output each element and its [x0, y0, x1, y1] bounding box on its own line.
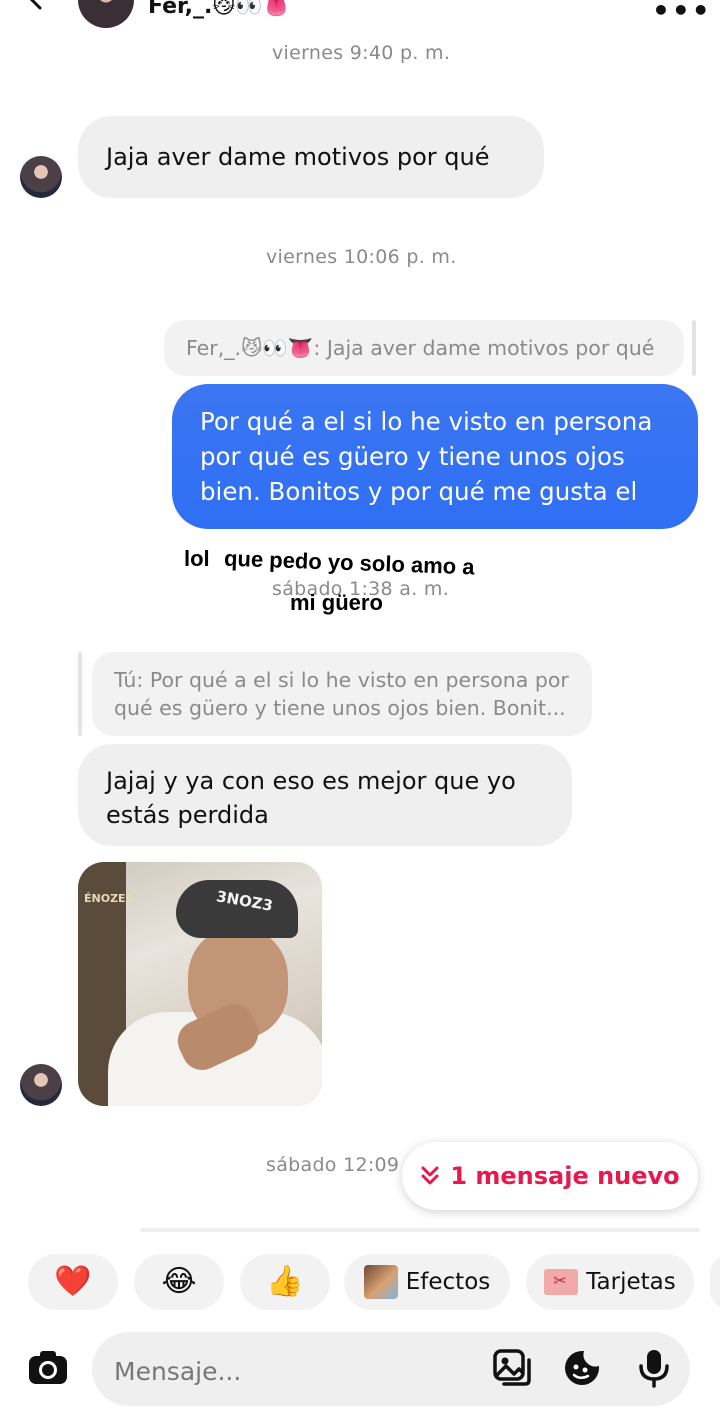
reaction-heart-chip[interactable]: ❤️ [28, 1254, 118, 1310]
effects-chip[interactable]: Efectos [344, 1254, 510, 1310]
back-arrow-icon[interactable] [18, 0, 48, 12]
message-text-line: por qué es güero y tiene unos ojos [200, 442, 625, 471]
timestamp: viernes 10:06 p. m. [266, 246, 457, 268]
cards-chip[interactable]: ✂ Tarjetas [526, 1254, 694, 1310]
photo-logo: ÉNOZES [84, 892, 134, 905]
reply-quote-bar [78, 652, 82, 736]
overlay-caption-word: lol [184, 546, 210, 571]
new-message-button[interactable]: 1 mensaje nuevo [402, 1142, 698, 1210]
reply-quote-text: Fer,_.😼👀👅: Jaja aver dame motivos por qu… [186, 336, 655, 360]
new-message-label: 1 mensaje nuevo [450, 1162, 680, 1190]
sender-avatar[interactable] [20, 156, 62, 198]
heart-icon: ❤️ [54, 1264, 92, 1299]
camera-icon[interactable] [26, 1346, 70, 1390]
reply-quote-preview[interactable]: Fer,_.😼👀👅: Jaja aver dame motivos por qu… [164, 320, 684, 376]
conversation-title[interactable]: Fer,_.😼👀👅 [148, 0, 290, 19]
message-text-line: Jajaj y ya con eso es mejor que yo [106, 767, 516, 795]
more-chip[interactable] [710, 1254, 720, 1310]
timestamp: viernes 9:40 p. m. [272, 42, 451, 64]
reaction-thumbs-up-chip[interactable]: 👍 [240, 1254, 330, 1310]
photo-subject-cap [176, 880, 298, 938]
cards-label: Tarjetas [586, 1269, 676, 1295]
message-input[interactable] [112, 1348, 476, 1394]
message-text-line: Por qué a el si lo he visto en persona [200, 407, 653, 436]
thumbs-up-icon: 👍 [266, 1264, 304, 1299]
more-options-icon[interactable]: ••• [652, 0, 712, 27]
reply-quote-text: Tú: Por qué a el si lo he visto en perso… [114, 668, 569, 692]
timestamp: sábado 12:09 [266, 1154, 400, 1176]
reaction-laugh-chip[interactable]: 😂 [134, 1254, 224, 1310]
message-text: Jaja aver dame motivos por qué [106, 143, 490, 171]
message-text-line: estás perdida [106, 801, 269, 829]
effects-label: Efectos [405, 1269, 491, 1295]
gallery-icon[interactable] [492, 1348, 532, 1388]
shared-photo[interactable]: ÉNOZES 3NOZ3 [78, 862, 322, 1106]
laughing-emoji-icon: 😂 [161, 1264, 197, 1299]
microphone-icon[interactable] [634, 1348, 674, 1388]
incoming-message[interactable]: Jaja aver dame motivos por qué [78, 116, 544, 198]
reply-quote-preview[interactable]: Tú: Por qué a el si lo he visto en perso… [92, 652, 592, 736]
effects-thumbnail-icon [363, 1265, 398, 1299]
incoming-message[interactable]: Jajaj y ya con eso es mejor que yo estás… [78, 744, 572, 846]
double-chevron-down-icon [421, 1166, 439, 1185]
sticker-icon[interactable] [562, 1348, 602, 1388]
message-text-line: bien. Bonitos y por qué me gusta el [200, 477, 638, 506]
sender-avatar[interactable] [20, 1064, 62, 1106]
overlay-caption-line: que pedo yo solo amo a [223, 545, 475, 580]
reply-quote-bar [692, 320, 696, 376]
reply-quote-text: qué es güero y tiene unos ojos bien. Bon… [114, 696, 566, 720]
partial-message-edge [140, 1228, 700, 1232]
overlay-caption-line: mi güero [290, 590, 383, 615]
gift-card-icon: ✂ [544, 1269, 579, 1295]
header-avatar[interactable] [78, 0, 134, 28]
outgoing-message[interactable]: Por qué a el si lo he visto en persona p… [172, 384, 698, 529]
